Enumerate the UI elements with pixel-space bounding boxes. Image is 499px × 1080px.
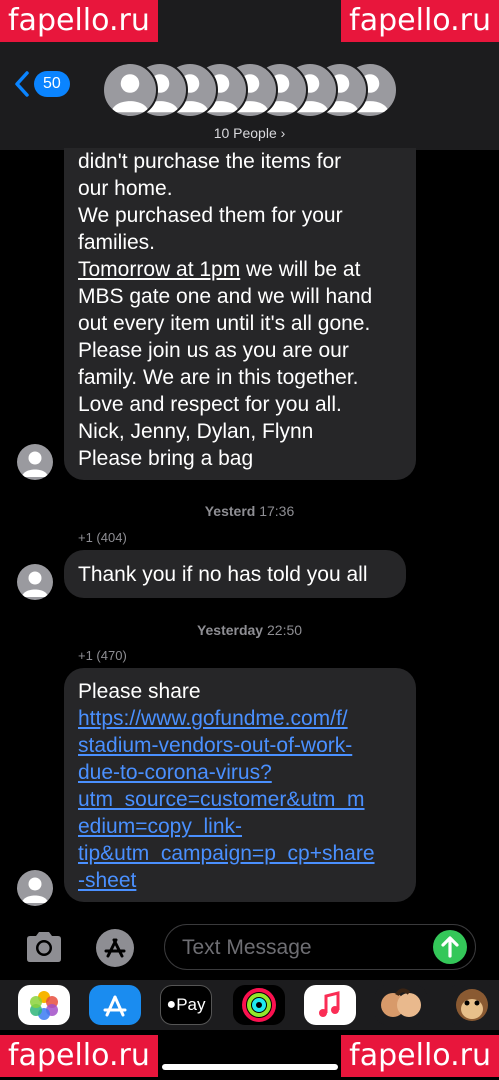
message-text: We purchased them for your (78, 204, 343, 227)
avatar (102, 62, 158, 118)
url-link[interactable]: edium=copy_link- (78, 813, 402, 840)
url-link[interactable]: https://www.gofundme.com/f/ (78, 705, 402, 732)
timestamp-day: Yesterd (204, 503, 256, 519)
group-members-label[interactable]: 10 People › (0, 125, 499, 141)
arrow-up-icon (441, 936, 459, 958)
message-text: Thank you if no has told you all (78, 563, 368, 586)
home-indicator[interactable] (162, 1064, 338, 1070)
date-link[interactable]: Tomorrow at 1pm (78, 258, 240, 281)
unread-count-badge: 50 (34, 71, 70, 97)
message-text: family. We are in this together. (78, 366, 359, 389)
app-store-icon[interactable] (89, 985, 141, 1025)
chevron-left-icon (15, 71, 29, 97)
timestamp: Yesterd 17:36 (0, 503, 499, 519)
message-bubble[interactable]: Thank you if no has told you all (64, 550, 406, 598)
sender-avatar[interactable] (17, 564, 53, 600)
url-link[interactable]: due-to-corona-virus? (78, 759, 402, 786)
url-link[interactable]: stadium-vendors-out-of-work- (78, 732, 402, 759)
watermark: fapello.ru (0, 0, 158, 42)
url-link[interactable]: tip&utm_campaign=p_cp+share (78, 840, 402, 867)
animoji-monkey-icon[interactable] (446, 985, 498, 1025)
activity-icon[interactable] (233, 985, 285, 1025)
url-link[interactable]: -sheet (78, 867, 402, 894)
apple-pay-icon[interactable]: ● Pay (160, 985, 212, 1025)
message-text: Please join us as you are our (78, 339, 349, 362)
message-text: Love and respect for you all. (78, 393, 342, 416)
message-text: Please bring a bag (78, 447, 254, 470)
message-text: MBS gate one and we will hand (78, 285, 373, 308)
watermark: fapello.ru (0, 1035, 158, 1077)
timestamp: Yesterday 22:50 (0, 622, 499, 638)
person-icon (22, 877, 48, 903)
apple-pay-label: Pay (176, 995, 206, 1014)
message-text: Please share (78, 680, 201, 703)
group-avatars[interactable] (102, 62, 398, 118)
sender-avatar[interactable] (17, 870, 53, 906)
compose-bar: Text Message (0, 920, 499, 978)
message-text: out every item until it's all gone. (78, 312, 371, 335)
message-input[interactable]: Text Message (164, 924, 476, 970)
message-text: families. (78, 231, 156, 254)
sender-name: +1 (404) (78, 530, 127, 545)
message-input-placeholder: Text Message (182, 936, 312, 959)
person-icon (22, 451, 48, 477)
message-text: we will be at (240, 258, 361, 281)
person-icon (22, 571, 48, 597)
message-bubble[interactable]: didn't purchase the items for our home. … (64, 148, 416, 480)
send-button[interactable] (433, 930, 467, 964)
message-bubble[interactable]: Please share https://www.gofundme.com/f/… (64, 668, 416, 902)
photos-icon[interactable] (18, 985, 70, 1025)
sender-avatar[interactable] (17, 444, 53, 480)
camera-icon[interactable] (24, 930, 64, 964)
music-icon[interactable] (304, 985, 356, 1025)
sender-name: +1 (470) (78, 648, 127, 663)
message-text: didn't purchase the items for (78, 150, 342, 173)
message-text: Nick, Jenny, Dylan, Flynn (78, 420, 314, 443)
timestamp-time: 17:36 (259, 503, 295, 519)
apple-logo-icon: ● (166, 996, 177, 1013)
watermark: fapello.ru (341, 1035, 499, 1077)
app-store-icon[interactable] (93, 928, 137, 968)
memoji-icon[interactable] (375, 985, 427, 1025)
timestamp-time: 22:50 (267, 622, 303, 638)
imessage-app-strip: ● Pay (0, 980, 499, 1030)
timestamp-day: Yesterday (196, 622, 264, 638)
message-text: our home. (78, 177, 173, 200)
url-link[interactable]: utm_source=customer&utm_m (78, 786, 402, 813)
back-button[interactable]: 50 (14, 70, 70, 98)
watermark: fapello.ru (341, 0, 499, 42)
